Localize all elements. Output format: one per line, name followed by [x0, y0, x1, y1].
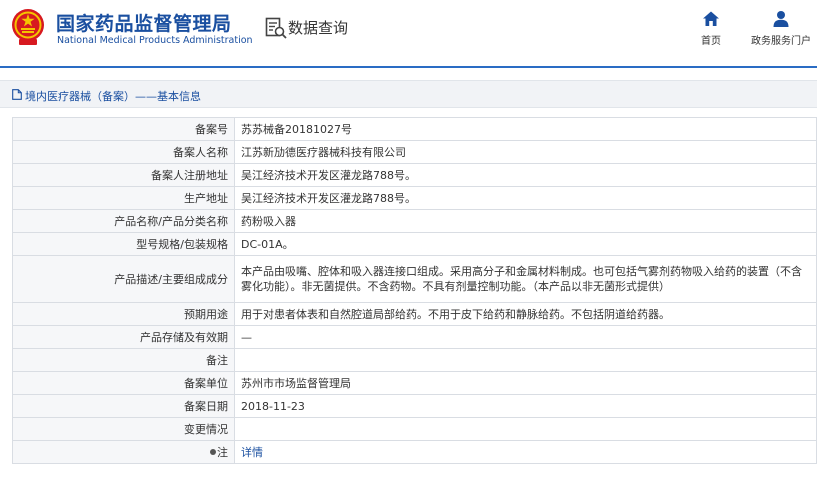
field-label: 生产地址: [12, 186, 235, 210]
table-row: 备案单位 苏州市市场监督管理局: [12, 371, 817, 395]
table-row: 备案号 苏苏械备20181027号: [12, 117, 817, 141]
field-label: 备案人名称: [12, 140, 235, 164]
field-value: 吴江经济技术开发区灌龙路788号。: [234, 186, 817, 210]
field-label: 备注: [12, 348, 235, 372]
table-row: 预期用途 用于对患者体表和自然腔道局部给药。不用于皮下给药和静脉给药。不包括阴道…: [12, 302, 817, 326]
nav-home-link[interactable]: 首页: [694, 10, 728, 47]
field-label: 备案号: [12, 117, 235, 141]
data-query-icon: [265, 17, 287, 39]
field-value: 药粉吸入器: [234, 209, 817, 233]
document-icon: [12, 89, 22, 100]
field-value: 用于对患者体表和自然腔道局部给药。不用于皮下给药和静脉给药。不包括阴道给药器。: [234, 302, 817, 326]
nav-portal-link[interactable]: 政务服务门户: [749, 10, 813, 47]
table-row: 备案人注册地址 吴江经济技术开发区灌龙路788号。: [12, 163, 817, 187]
table-row: 型号规格/包装规格 DC-01A。: [12, 232, 817, 256]
table-row: 注 详情: [12, 440, 817, 464]
field-value: 2018-11-23: [234, 394, 817, 418]
field-label: 型号规格/包装规格: [12, 232, 235, 256]
field-value: 苏州市市场监督管理局: [234, 371, 817, 395]
table-row: 生产地址 吴江经济技术开发区灌龙路788号。: [12, 186, 817, 210]
field-value: [234, 348, 817, 372]
field-value: [234, 417, 817, 441]
breadcrumb: 境内医疗器械（备案）——基本信息: [0, 80, 817, 108]
table-row: 备案日期 2018-11-23: [12, 394, 817, 418]
table-row: 备案人名称 江苏新劢德医疗器械科技有限公司: [12, 140, 817, 164]
note-label-cell: 注: [12, 440, 235, 464]
table-row: 变更情况: [12, 417, 817, 441]
nav-portal-label: 政务服务门户: [751, 36, 811, 47]
org-name-en: National Medical Products Administration: [57, 35, 253, 46]
national-emblem-icon: [12, 9, 44, 45]
org-name-cn: 国家药品监督管理局: [56, 13, 232, 35]
table-row: 产品描述/主要组成成分 本产品由吸嘴、腔体和吸入器连接口组成。采用高分子和金属材…: [12, 255, 817, 303]
table-row: 产品名称/产品分类名称 药粉吸入器: [12, 209, 817, 233]
field-label: 备案人注册地址: [12, 163, 235, 187]
field-label: 变更情况: [12, 417, 235, 441]
table-row: 产品存储及有效期 —: [12, 325, 817, 349]
table-row: 备注: [12, 348, 817, 372]
breadcrumb-text: 境内医疗器械（备案）——基本信息: [25, 90, 201, 103]
user-icon: [773, 11, 789, 27]
field-label: 备案日期: [12, 394, 235, 418]
site-header: 国家药品监督管理局 National Medical Products Admi…: [0, 0, 817, 66]
bullet-dot-icon: [210, 448, 216, 455]
field-label: 备案单位: [12, 371, 235, 395]
field-value: 江苏新劢德医疗器械科技有限公司: [234, 140, 817, 164]
details-link[interactable]: 详情: [241, 446, 263, 459]
record-detail-table: 备案号 苏苏械备20181027号 备案人名称 江苏新劢德医疗器械科技有限公司 …: [12, 117, 817, 464]
field-value: 吴江经济技术开发区灌龙路788号。: [234, 163, 817, 187]
nav-home-label: 首页: [701, 36, 721, 47]
field-value: —: [234, 325, 817, 349]
note-label: 注: [217, 445, 228, 459]
field-value: DC-01A。: [234, 232, 817, 256]
field-label: 产品描述/主要组成成分: [12, 255, 235, 303]
field-value: 本产品由吸嘴、腔体和吸入器连接口组成。采用高分子和金属材料制成。也可包括气雾剂药…: [234, 255, 817, 303]
field-value: 苏苏械备20181027号: [234, 117, 817, 141]
field-label: 预期用途: [12, 302, 235, 326]
header-divider: [0, 66, 817, 68]
note-value-cell: 详情: [234, 440, 817, 464]
field-label: 产品存储及有效期: [12, 325, 235, 349]
field-label: 产品名称/产品分类名称: [12, 209, 235, 233]
section-title: 数据查询: [288, 19, 349, 37]
home-icon: [703, 11, 719, 26]
